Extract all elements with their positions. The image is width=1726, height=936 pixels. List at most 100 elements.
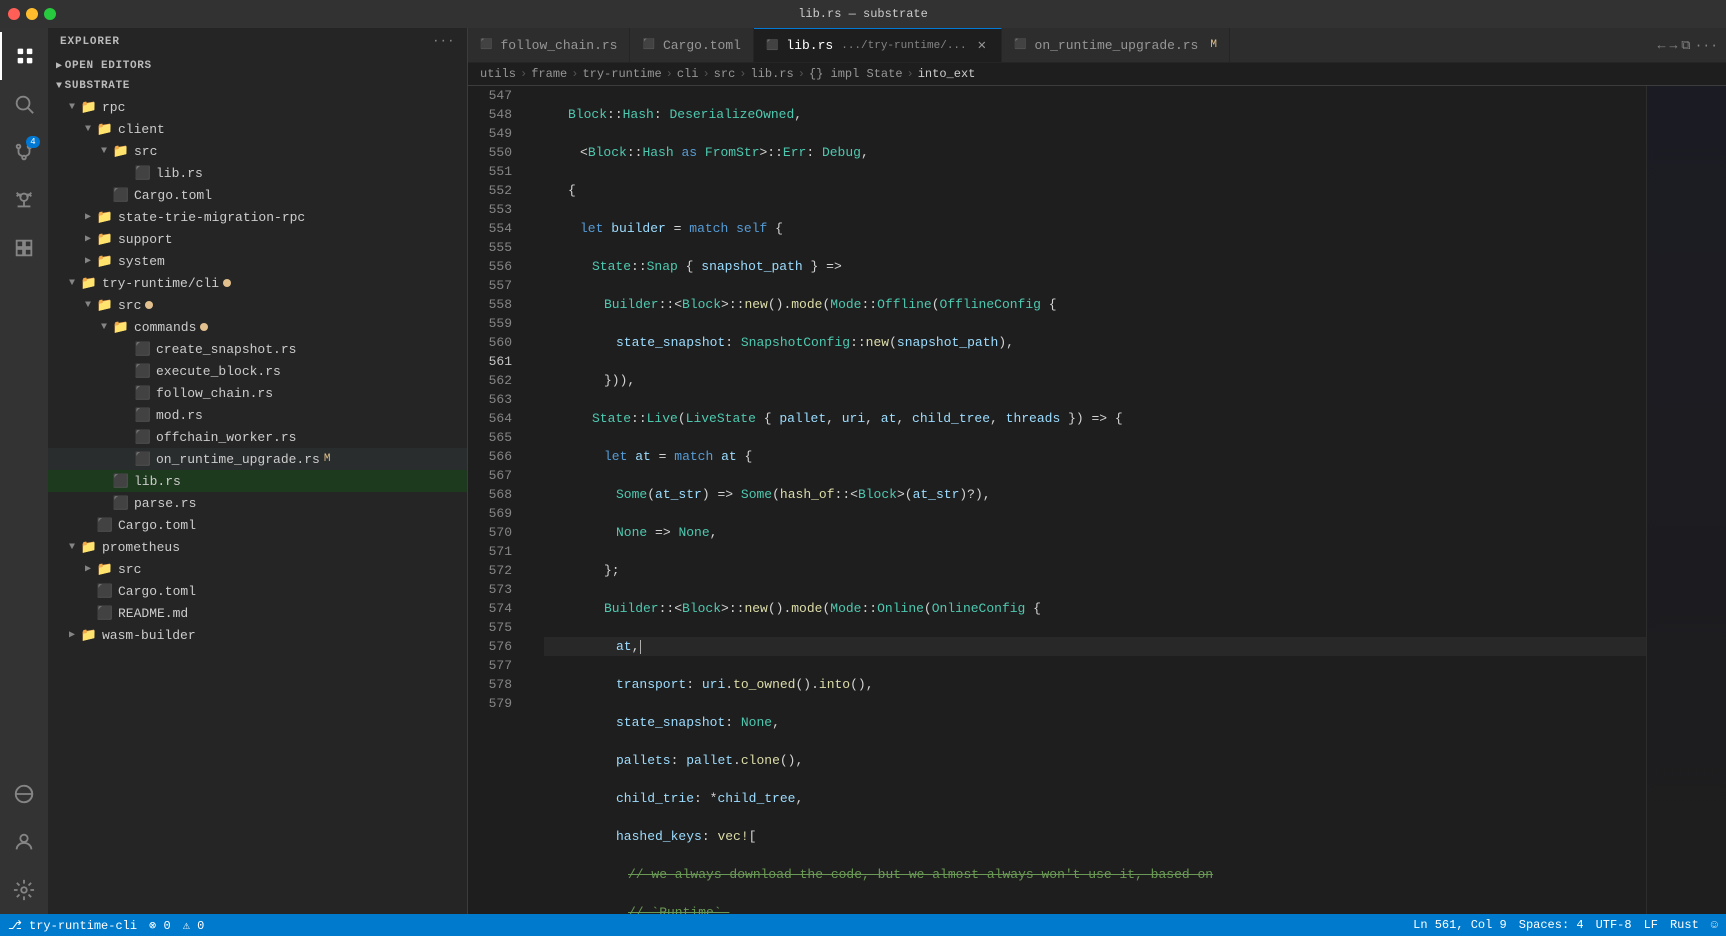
activity-search[interactable] xyxy=(0,80,48,128)
code-content[interactable]: Block::Hash: DeserializeOwned, <Block::H… xyxy=(540,86,1646,914)
code-line: child_trie: *child_tree, xyxy=(544,789,1646,808)
tree-label: state-trie-migration-rpc xyxy=(118,210,305,225)
status-right: Ln 561, Col 9 Spaces: 4 UTF-8 LF Rust ☺ xyxy=(1413,918,1718,932)
breadcrumb-impl-state[interactable]: {} impl State xyxy=(809,67,903,81)
tree-folder-src-prometheus[interactable]: ▶ 📁 src xyxy=(48,558,467,580)
tree-folder-state-trie[interactable]: ▶ 📁 state-trie-migration-rpc xyxy=(48,206,467,228)
more-actions-icon[interactable]: ··· xyxy=(1695,38,1718,53)
breadcrumb-frame[interactable]: frame xyxy=(531,67,567,81)
file-icon: ⬛ xyxy=(134,406,152,424)
close-button[interactable] xyxy=(8,8,20,20)
tab-icon: ⬛ xyxy=(642,39,654,51)
tree-folder-prometheus[interactable]: ▼ 📁 prometheus xyxy=(48,536,467,558)
tree-file-follow-chain[interactable]: ⬛ follow_chain.rs xyxy=(48,382,467,404)
language[interactable]: Rust xyxy=(1670,918,1699,932)
encoding[interactable]: UTF-8 xyxy=(1596,918,1632,932)
arrow-icon xyxy=(96,187,112,203)
breadcrumb-src[interactable]: src xyxy=(714,67,736,81)
activity-explorer[interactable] xyxy=(0,32,48,80)
tab-label: lib.rs xyxy=(786,38,833,53)
tree-folder-system[interactable]: ▶ 📁 system xyxy=(48,250,467,272)
file-icon: ⬛ xyxy=(134,384,152,402)
window-title: lib.rs — substrate xyxy=(798,7,928,21)
breadcrumb-try-runtime[interactable]: try-runtime xyxy=(582,67,661,81)
activity-debug[interactable] xyxy=(0,176,48,224)
tab-icon: ⬛ xyxy=(480,39,492,51)
tree-file-cargo-client[interactable]: ⬛ Cargo.toml xyxy=(48,184,467,206)
ln-col[interactable]: Ln 561, Col 9 xyxy=(1413,918,1507,932)
code-line: // `Runtime`. xyxy=(544,903,1646,914)
errors[interactable]: ⊗ 0 xyxy=(149,918,171,933)
breadcrumb-lib-rs[interactable]: lib.rs xyxy=(750,67,793,81)
tree-file-readme[interactable]: ⬛ README.md xyxy=(48,602,467,624)
activity-remote[interactable] xyxy=(0,770,48,818)
warnings[interactable]: ⚠ 0 xyxy=(183,918,205,933)
sidebar-content[interactable]: ▶ OPEN EDITORS ▼ SUBSTRATE ▼ 📁 rpc ▼ 📁 c… xyxy=(48,56,467,914)
breadcrumb-cli[interactable]: cli xyxy=(677,67,699,81)
feedback-icon[interactable]: ☺ xyxy=(1711,918,1718,932)
tree-folder-commands[interactable]: ▼ 📁 commands xyxy=(48,316,467,338)
tree-folder-client[interactable]: ▼ 📁 client xyxy=(48,118,467,140)
tab-cargo-toml[interactable]: ⬛ Cargo.toml xyxy=(630,28,753,62)
tree-file-cargo-tryruntime[interactable]: ⬛ Cargo.toml xyxy=(48,514,467,536)
sidebar-more-icon[interactable]: ··· xyxy=(433,36,455,48)
tree-file-lib-rs-active[interactable]: ⬛ lib.rs xyxy=(48,470,467,492)
line-ending[interactable]: LF xyxy=(1644,918,1658,932)
code-line: }; xyxy=(544,561,1646,580)
tab-follow-chain[interactable]: ⬛ follow_chain.rs xyxy=(468,28,630,62)
activity-settings[interactable] xyxy=(0,866,48,914)
activity-extensions[interactable] xyxy=(0,224,48,272)
tree-file-lib-rs-client[interactable]: ⬛ lib.rs xyxy=(48,162,467,184)
tree-folder-rpc[interactable]: ▼ 📁 rpc xyxy=(48,96,467,118)
tree-folder-src-tryruntime[interactable]: ▼ 📁 src xyxy=(48,294,467,316)
file-icon: ⬛ xyxy=(96,516,114,534)
open-editors-section[interactable]: ▶ OPEN EDITORS xyxy=(48,56,467,76)
tree-file-execute-block[interactable]: ⬛ execute_block.rs xyxy=(48,360,467,382)
tree-file-create-snapshot[interactable]: ⬛ create_snapshot.rs xyxy=(48,338,467,360)
folder-icon: 📁 xyxy=(96,120,114,138)
spaces[interactable]: Spaces: 4 xyxy=(1519,918,1584,932)
breadcrumb-into-ext[interactable]: into_ext xyxy=(918,67,976,81)
tree-file-cargo-prometheus[interactable]: ⬛ Cargo.toml xyxy=(48,580,467,602)
arrow-icon: ▶ xyxy=(80,231,96,247)
folder-icon: 📁 xyxy=(112,142,130,160)
tree-file-parse[interactable]: ⬛ parse.rs xyxy=(48,492,467,514)
tab-lib-rs[interactable]: ⬛ lib.rs .../try-runtime/... ✕ xyxy=(754,28,1002,62)
tree-label: client xyxy=(118,122,165,137)
file-icon: ⬛ xyxy=(134,340,152,358)
substrate-root[interactable]: ▼ SUBSTRATE xyxy=(48,76,467,96)
status-bar: ⎇ try-runtime-cli ⊗ 0 ⚠ 0 Ln 561, Col 9 … xyxy=(0,914,1726,936)
arrow-icon: ▶ xyxy=(80,209,96,225)
tree-label: Cargo.toml xyxy=(118,518,196,533)
file-icon: ⬛ xyxy=(134,450,152,468)
activity-account[interactable] xyxy=(0,818,48,866)
tree-file-on-runtime-upgrade[interactable]: ⬛ on_runtime_upgrade.rs M xyxy=(48,448,467,470)
sidebar: EXPLORER ··· ▶ OPEN EDITORS ▼ SUBSTRATE … xyxy=(48,28,468,914)
split-editor-icon[interactable]: ⧉ xyxy=(1681,38,1690,53)
code-line: })), xyxy=(544,371,1646,390)
breadcrumb-utils[interactable]: utils xyxy=(480,67,516,81)
tree-folder-wasm-builder[interactable]: ▶ 📁 wasm-builder xyxy=(48,624,467,646)
tree-folder-src-client[interactable]: ▼ 📁 src xyxy=(48,140,467,162)
tab-on-runtime-upgrade[interactable]: ⬛ on_runtime_upgrade.rs M xyxy=(1002,28,1230,62)
tab-close-icon[interactable]: ✕ xyxy=(975,36,989,55)
tab-label: on_runtime_upgrade.rs xyxy=(1035,38,1199,53)
arrow-icon xyxy=(118,363,134,379)
code-line: { xyxy=(544,181,1646,200)
go-forward-icon[interactable]: → xyxy=(1669,38,1677,53)
activity-git[interactable]: 4 xyxy=(0,128,48,176)
go-back-icon[interactable]: ← xyxy=(1658,38,1666,53)
tree-folder-support[interactable]: ▶ 📁 support xyxy=(48,228,467,250)
window-controls xyxy=(8,8,56,20)
git-branch[interactable]: ⎇ try-runtime-cli xyxy=(8,918,137,933)
minimize-button[interactable] xyxy=(26,8,38,20)
tree-file-offchain-worker[interactable]: ⬛ offchain_worker.rs xyxy=(48,426,467,448)
tree-file-mod[interactable]: ⬛ mod.rs xyxy=(48,404,467,426)
tab-label: follow_chain.rs xyxy=(500,38,617,53)
maximize-button[interactable] xyxy=(44,8,56,20)
tab-actions: ← → ⧉ ··· xyxy=(1658,28,1726,62)
file-icon: ⬛ xyxy=(96,604,114,622)
arrow-icon: ▼ xyxy=(64,539,80,555)
tree-folder-try-runtime[interactable]: ▼ 📁 try-runtime/cli xyxy=(48,272,467,294)
modified-label: M xyxy=(324,453,331,465)
